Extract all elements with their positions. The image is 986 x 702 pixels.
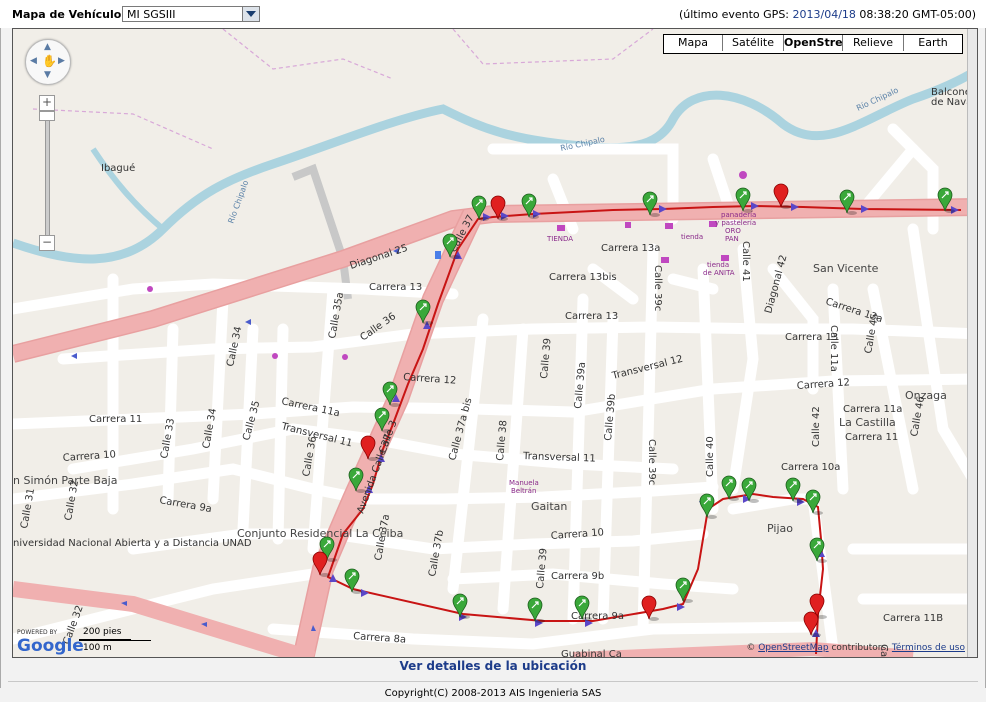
scale-line-metric [79,640,151,641]
terms-link[interactable]: Términos de uso [892,643,965,653]
map-tiles[interactable]: Ibagué Río Chipalo Río Chipalo Río Chipa… [13,29,978,658]
map-side-strip[interactable] [967,29,977,657]
label-calle-39c: Calle 39c [646,439,657,485]
label-carrera-13: Carrera 13 [369,282,422,293]
scale-metric: 100 m [83,643,112,653]
label-manuela: Manuela [509,479,539,487]
attribution-contrib: contributors, [828,643,892,653]
gps-date: 2013/04/18 [792,8,856,21]
label-calle-40: Calle 40 [705,436,716,477]
pan-left-icon[interactable]: ◀ [30,56,37,66]
label-tienda: TIENDA [546,235,573,243]
footer-divider [8,681,978,682]
label-pijao: Pijao [767,522,793,535]
label-carrera-13bis: Carrera 13bis [549,272,617,283]
map-type-4[interactable]: Relieve [843,35,904,51]
map-canvas[interactable]: Ibagué Río Chipalo Río Chipalo Río Chipa… [12,28,978,658]
label-oro: ORO [725,227,741,235]
pan-right-icon[interactable]: ▶ [58,56,65,66]
label-carrera-11a: Carrera 11a [843,404,902,415]
gps-time: 08:38:20 GMT-05:00) [855,8,976,21]
label-tienda-anita: tienda [707,261,729,269]
label-unad: niversidad Nacional Abierta y a Distanci… [13,538,252,549]
label-guabinal: Guabinal Ca [561,649,622,658]
label-beltran: Beltrán [511,487,536,495]
zoom-slider-thumb[interactable] [39,111,55,121]
chevron-down-icon[interactable] [242,7,259,21]
osm-link[interactable]: OpenStreetMap [758,643,828,653]
zoom-slider-track[interactable] [45,111,50,241]
label-de-anita: de ANITA [703,269,735,277]
frame-left [0,28,1,688]
label-calle-42: Calle 42 [811,406,822,447]
vehicle-label: Mapa de Vehículo: [12,8,126,21]
label-ibague: Ibagué [101,162,135,174]
pan-control[interactable]: ▲ ◀ ▶ ▼ ✋ [25,39,71,85]
google-logo[interactable]: POWERED BY Google [17,629,84,656]
label-calle-11a: Calle 11a [828,325,839,372]
fuel-station-icon [435,251,441,259]
map-type-control: Mapa Satélite OpenStree Relieve Earth [663,34,963,54]
google-wordmark: Google [17,636,84,656]
label-calle-39c: Calle 39c [652,265,663,311]
label-simon-parte-baja: n Simón Parte Baja [13,474,117,487]
powered-by-text: POWERED BY [17,629,58,636]
zoom-control: + − [39,95,55,255]
pan-up-icon[interactable]: ▲ [44,42,51,52]
last-gps-event: (último evento GPS: 2013/04/18 08:38:20 … [679,8,976,21]
copyright-text: Copyright(C) 2008-2013 AIS Ingenieria SA… [384,688,602,699]
label-carrera-9b: Carrera 9b [551,571,604,582]
zoom-out-button[interactable]: − [39,235,55,251]
label-calle-41: Calle 41 [740,241,751,282]
gps-prefix: (último evento GPS: [678,8,793,21]
label-pasteleria: y pastelería [715,219,756,227]
scale-bar: 200 pies 100 m [79,627,159,655]
map-type-1[interactable]: Mapa [664,35,723,51]
map-type-5[interactable]: Earth [904,35,962,51]
map-type-3[interactable]: OpenStree [784,35,850,51]
label-carrera-10a: Carrera 10a [781,462,840,473]
vehicle-select-value: MI SGSIII [127,8,176,21]
location-details-link[interactable]: Ver detalles de la ubicación [0,659,986,673]
label-san-vicente: San Vicente [813,262,879,275]
vehicle-select[interactable]: MI SGSIII [122,6,260,22]
map-type-2[interactable]: Satélite [723,35,784,51]
attribution-copy: © [746,643,759,653]
pan-down-icon[interactable]: ▼ [44,70,51,80]
label-gaitan: Gaitan [531,500,567,513]
header-bar: Mapa de Vehículo: MI SGSIII (último even… [0,0,986,28]
label-carrera-11b: Carrera 11B [883,613,943,624]
label-carrera-13a: Carrera 13a [601,243,660,254]
scale-imperial: 200 pies [83,627,122,637]
label-carrera-11: Carrera 11 [845,432,898,443]
label-carrera-11: Carrera 11 [89,414,142,425]
zoom-in-button[interactable]: + [39,95,55,111]
label-tienda: tienda [681,233,703,241]
label-carrera-13: Carrera 13 [565,311,618,322]
map-attribution: © OpenStreetMap contributors, Términos d… [746,643,965,653]
label-pan: PAN [725,235,739,243]
label-la-castilla: La Castilla [839,416,896,429]
hand-icon[interactable]: ✋ [42,54,57,68]
